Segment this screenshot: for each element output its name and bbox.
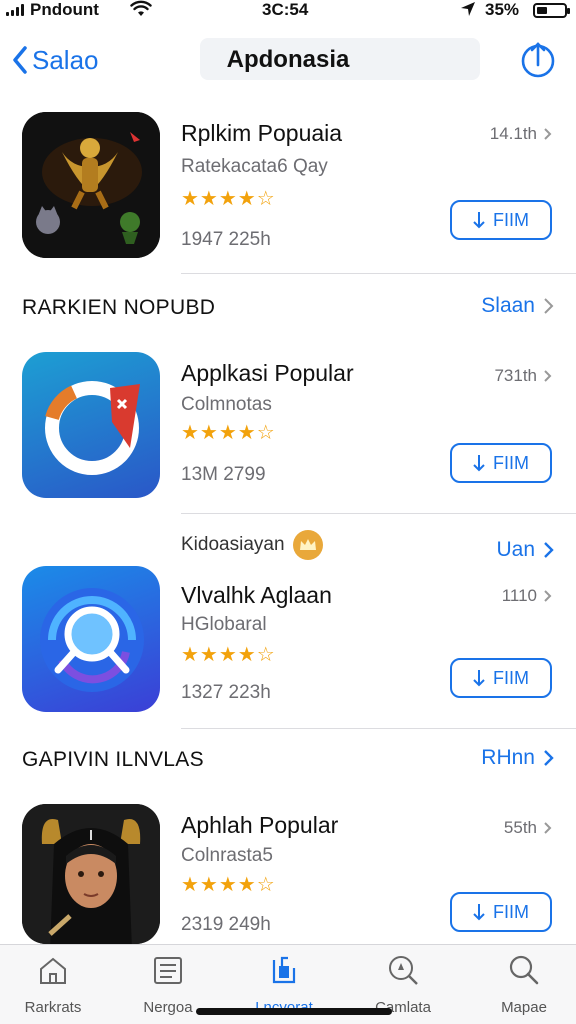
- list-item[interactable]: Applkasi Popular Colmnotas ★★★★☆ 13M 279…: [0, 352, 576, 502]
- tab-nergoa[interactable]: Nergoa: [118, 953, 218, 1016]
- app-subtitle: Ratekacata6 Qay: [181, 156, 328, 177]
- chevron-right-icon: [544, 128, 552, 140]
- crown-badge-icon: [292, 530, 323, 560]
- chevron-right-icon: [544, 822, 552, 834]
- app-meta: 13M 2799: [181, 464, 266, 485]
- tab-camlata[interactable]: Camlata: [353, 953, 453, 1016]
- app-icon-featured: [22, 112, 160, 258]
- see-all-link[interactable]: RHnn: [481, 746, 554, 770]
- get-button[interactable]: FIIM: [450, 443, 552, 483]
- download-arrow-icon: [473, 455, 485, 472]
- compass-icon: [353, 953, 453, 987]
- chevron-right-icon: [544, 298, 554, 314]
- app-meta: 2319 249h: [181, 914, 271, 935]
- apps-icon: [234, 953, 334, 987]
- app-name: Applkasi Popular: [181, 360, 354, 386]
- wifi-icon: [130, 0, 152, 23]
- chevron-right-icon: [544, 370, 552, 382]
- carrier-name: Pndount: [30, 0, 99, 19]
- app-meta: 1947 225h: [181, 229, 271, 250]
- location-arrow-icon: [460, 1, 476, 22]
- size-label: 14.1th: [489, 124, 537, 143]
- app-name: Aphlah Popular: [181, 812, 339, 838]
- get-button[interactable]: FIIM: [450, 200, 552, 240]
- see-all-label: Slaan: [481, 294, 535, 317]
- get-button[interactable]: FIIM: [450, 658, 552, 698]
- get-button-label: FIIM: [493, 452, 529, 473]
- home-icon: [3, 953, 103, 987]
- promo-text: Kidoasiayan: [181, 534, 285, 555]
- tab-mapae[interactable]: Mapae: [474, 953, 574, 1016]
- home-indicator[interactable]: [196, 1008, 392, 1015]
- rating-stars: ★★★★☆: [181, 874, 276, 896]
- app-name: Rplkim Popuaia: [181, 120, 343, 146]
- app-size: 1110: [502, 586, 552, 606]
- chevron-right-icon: [544, 750, 554, 766]
- download-arrow-icon: [473, 212, 485, 229]
- tab-label: Mapae: [501, 999, 547, 1016]
- app-icon-search: [22, 352, 160, 498]
- section-header: GAPIVIN ILNVLAS RHnn: [0, 742, 576, 782]
- app-subtitle: Colmnotas: [181, 394, 272, 415]
- app-icon-warrior: [22, 804, 160, 944]
- size-label: 55th: [503, 818, 537, 837]
- section-title: RARKIEN NOPUBD: [22, 296, 216, 319]
- promo-link[interactable]: Uan: [496, 538, 554, 562]
- rating-stars: ★★★★☆: [181, 422, 276, 444]
- get-button-label: FIIM: [493, 667, 529, 688]
- battery-percent: 35%: [485, 0, 520, 19]
- chevron-right-icon: [544, 590, 552, 602]
- section-title: GAPIVIN ILNVLAS: [22, 748, 204, 771]
- app-size: 55th: [504, 818, 552, 838]
- clock: 3C:54: [262, 0, 309, 19]
- search-icon: [474, 953, 574, 987]
- share-icon[interactable]: [518, 39, 558, 79]
- section-header: RARKIEN NOPUBD Slaan: [0, 290, 576, 330]
- divider: [181, 728, 576, 729]
- app-subtitle: Colnrasta5: [181, 845, 273, 866]
- see-all-label: RHnn: [481, 746, 535, 769]
- status-bar: Pndount 3C:54 35%: [0, 0, 576, 22]
- size-label: 1110: [501, 586, 537, 605]
- divider: [181, 513, 576, 514]
- list-item[interactable]: Vlvalhk Aglaan HGlobaral ★★★★☆ 1327 223h…: [0, 566, 576, 716]
- app-meta: 1327 223h: [181, 682, 271, 703]
- app-name: Vlvalhk Aglaan: [181, 582, 332, 608]
- promo-link-label: Uan: [496, 538, 535, 561]
- promo-label: Kidoasiayan: [181, 530, 323, 560]
- get-button-label: FIIM: [493, 901, 529, 922]
- app-subtitle: HGlobaral: [181, 614, 267, 635]
- tab-label: Rarkrats: [24, 999, 82, 1016]
- list-item[interactable]: Rplkim Popuaia Ratekacata6 Qay ★★★★☆ 194…: [0, 112, 576, 262]
- list-icon: [118, 953, 218, 987]
- divider: [181, 273, 576, 274]
- signal-icon: [6, 4, 24, 16]
- tab-lncvorat[interactable]: Lncvorat: [234, 953, 334, 1016]
- chevron-right-icon: [544, 542, 554, 558]
- download-arrow-icon: [473, 904, 485, 921]
- battery-icon: [533, 3, 570, 18]
- size-label: 731th: [494, 366, 537, 385]
- app-icon-swirl: [22, 566, 160, 712]
- page-title: Apdonasia: [226, 46, 350, 73]
- navigation-bar: Salao Apdonasia: [0, 38, 576, 82]
- download-arrow-icon: [473, 670, 485, 687]
- get-button[interactable]: FIIM: [450, 892, 552, 932]
- app-size: 731th: [494, 366, 552, 386]
- see-all-link[interactable]: Slaan: [481, 294, 554, 318]
- app-size: 14.1th: [490, 124, 552, 144]
- list-item[interactable]: Aphlah Popular Colnrasta5 ★★★★☆ 2319 249…: [0, 804, 576, 954]
- tab-rarkrats[interactable]: Rarkrats: [3, 953, 103, 1016]
- get-button-label: FIIM: [493, 209, 529, 230]
- rating-stars: ★★★★☆: [181, 188, 276, 210]
- rating-stars: ★★★★☆: [181, 644, 276, 666]
